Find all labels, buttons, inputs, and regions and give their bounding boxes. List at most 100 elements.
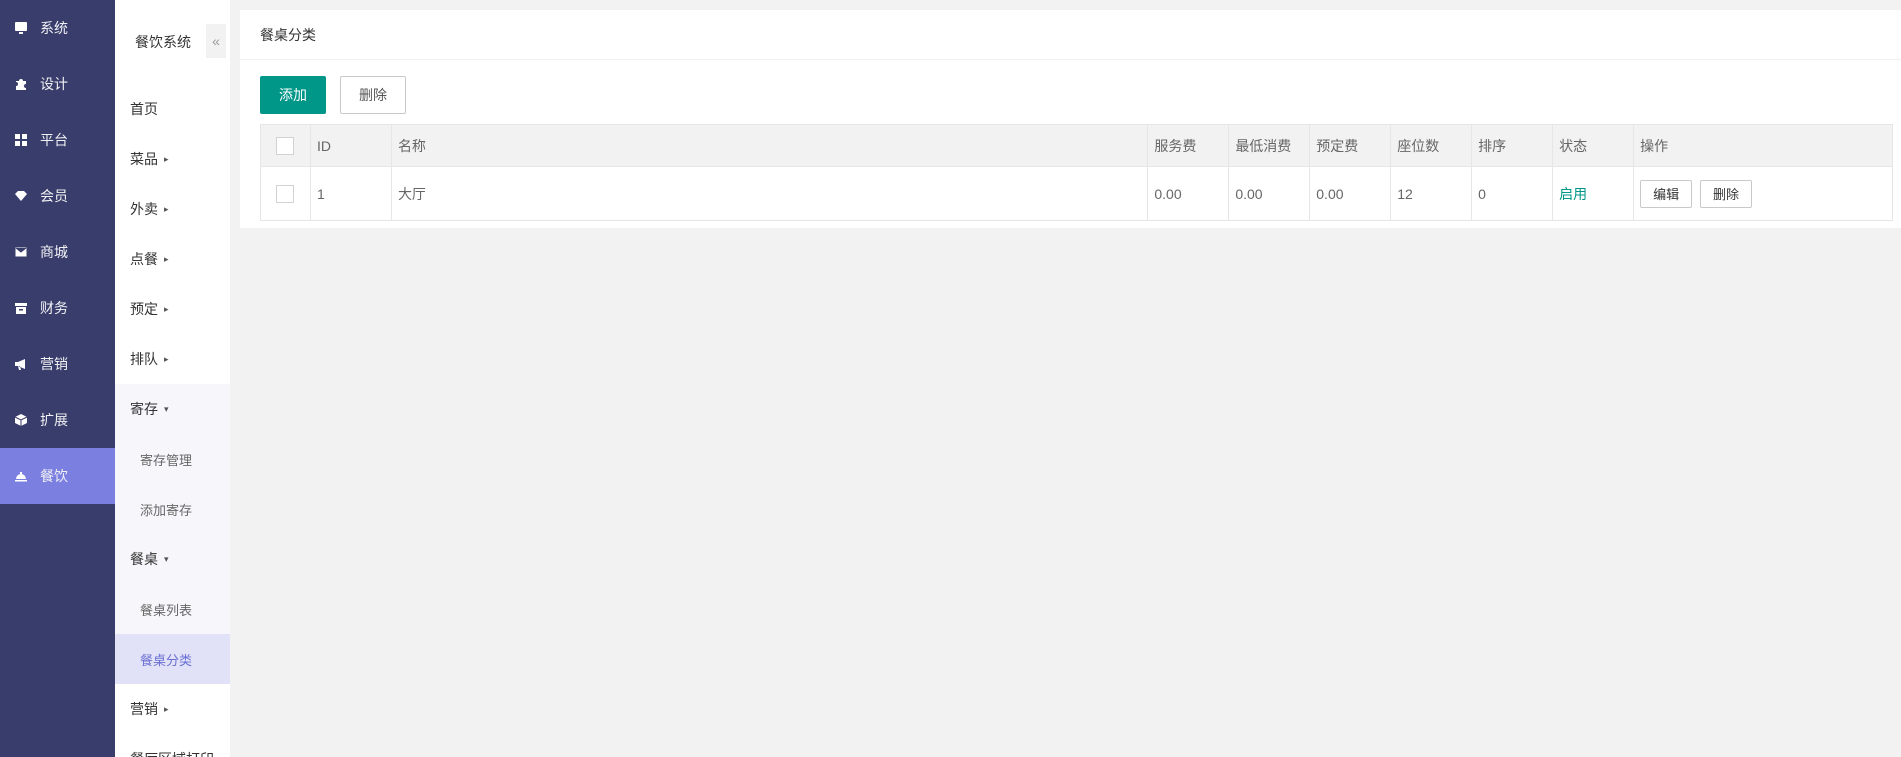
col-header-actions: 操作 — [1633, 124, 1893, 167]
monitor-icon — [14, 21, 28, 35]
col-header-name: 名称 — [390, 124, 1149, 167]
puzzle-icon — [14, 77, 28, 91]
sec-item-label: 预定 — [130, 301, 158, 317]
category-table: ID 名称 服务费 最低消费 预定费 座位数 排序 状态 操作 1 大厅 0.0… — [260, 124, 1893, 221]
caret-right-icon: ▸ — [164, 253, 169, 264]
primary-nav-catering[interactable]: 餐饮 — [0, 448, 115, 504]
col-header-id: ID — [309, 124, 392, 167]
secondary-sidebar-title: 餐饮系统 — [135, 34, 191, 50]
cell-service-fee: 0.00 — [1147, 166, 1230, 221]
select-all-checkbox[interactable] — [276, 136, 295, 155]
archive-icon — [14, 301, 28, 315]
caret-down-icon: ▾ — [164, 403, 169, 414]
primary-nav-label: 系统 — [40, 20, 68, 36]
row-checkbox[interactable] — [276, 184, 295, 203]
cell-min-spend: 0.00 — [1228, 166, 1311, 221]
sec-group-storage: 寄存 ▾ 寄存管理 添加寄存 — [115, 384, 230, 534]
primary-nav-system[interactable]: 系统 — [0, 0, 115, 56]
status-badge: 启用 — [1559, 185, 1588, 202]
app-root: 系统 设计 平台 会员 商城 财务 营销 扩展 餐饮 餐饮系统 « 首页 菜品 … — [0, 0, 1901, 757]
sec-item-table[interactable]: 餐桌 ▾ — [115, 534, 230, 584]
primary-nav-design[interactable]: 设计 — [0, 56, 115, 112]
primary-nav-marketing[interactable]: 营销 — [0, 336, 115, 392]
cell-sort: 0 — [1471, 166, 1554, 221]
add-button[interactable]: 添加 — [260, 76, 326, 114]
col-header-min-spend: 最低消费 — [1228, 124, 1311, 167]
sec-item-label: 排队 — [130, 351, 158, 367]
grid-icon — [14, 133, 28, 147]
table-row: 1 大厅 0.00 0.00 0.00 12 0 启用 编辑 删除 — [260, 166, 1893, 221]
diamond-icon — [14, 189, 28, 203]
primary-nav-label: 财务 — [40, 300, 68, 316]
sec-item-label: 点餐 — [130, 251, 158, 267]
sec-group-table: 餐桌 ▾ 餐桌列表 餐桌分类 — [115, 534, 230, 684]
sec-sub-table-category[interactable]: 餐桌分类 — [115, 634, 230, 684]
page-title: 餐桌分类 — [240, 10, 1901, 60]
sec-item-label: 首页 — [130, 101, 158, 117]
collapse-sidebar-button[interactable]: « — [206, 24, 226, 58]
primary-nav-label: 商城 — [40, 244, 68, 260]
caret-right-icon: ▸ — [164, 203, 169, 214]
primary-nav-finance[interactable]: 财务 — [0, 280, 115, 336]
secondary-sidebar-header: 餐饮系统 « — [115, 0, 230, 84]
sec-item-label: 菜品 — [130, 151, 158, 167]
col-header-status: 状态 — [1552, 124, 1635, 167]
toolbar: 添加 删除 — [260, 76, 406, 114]
sec-sub-storage-manage[interactable]: 寄存管理 — [115, 434, 230, 484]
secondary-sidebar: 餐饮系统 « 首页 菜品 ▸ 外卖 ▸ 点餐 ▸ 预定 ▸ 排队 ▸ 寄存 ▾ … — [115, 0, 230, 757]
sec-item-marketing[interactable]: 营销 ▸ — [115, 684, 230, 734]
row-checkbox-cell — [260, 166, 311, 221]
primary-nav-label: 平台 — [40, 132, 68, 148]
edit-button[interactable]: 编辑 — [1640, 179, 1693, 208]
sec-item-label: 外卖 — [130, 201, 158, 217]
cell-booking-fee: 0.00 — [1309, 166, 1392, 221]
cube-icon — [14, 413, 28, 427]
caret-right-icon: ▸ — [164, 353, 169, 364]
col-header-sort: 排序 — [1471, 124, 1554, 167]
sec-item-takeout[interactable]: 外卖 ▸ — [115, 184, 230, 234]
sec-item-label: 餐厅区域打印 — [130, 749, 214, 757]
primary-nav-platform[interactable]: 平台 — [0, 112, 115, 168]
sec-sub-table-list[interactable]: 餐桌列表 — [115, 584, 230, 634]
cell-id: 1 — [309, 166, 392, 221]
sec-item-home[interactable]: 首页 — [115, 84, 230, 134]
caret-down-icon: ▾ — [164, 553, 169, 564]
col-header-booking-fee: 预定费 — [1309, 124, 1392, 167]
primary-nav-member[interactable]: 会员 — [0, 168, 115, 224]
cell-name: 大厅 — [390, 166, 1149, 221]
caret-right-icon: ▸ — [164, 703, 169, 714]
sec-item-label: 餐桌 — [130, 551, 158, 567]
primary-nav-extension[interactable]: 扩展 — [0, 392, 115, 448]
sec-item-label: 寄存 — [130, 401, 158, 417]
mail-icon — [14, 245, 28, 259]
table-header-row: ID 名称 服务费 最低消费 预定费 座位数 排序 状态 操作 — [260, 124, 1893, 167]
main-content: 餐桌分类 添加 删除 ID 名称 服务费 最低消费 预定费 座位数 排序 状态 … — [230, 0, 1901, 757]
row-delete-button[interactable]: 删除 — [1699, 179, 1752, 208]
sec-item-queue[interactable]: 排队 ▸ — [115, 334, 230, 384]
cell-status: 启用 — [1552, 166, 1635, 221]
primary-nav-label: 设计 — [40, 76, 68, 92]
megaphone-icon — [14, 357, 28, 371]
cell-seats: 12 — [1390, 166, 1473, 221]
primary-nav-label: 餐饮 — [40, 468, 68, 484]
cloche-icon — [14, 469, 28, 483]
primary-sidebar: 系统 设计 平台 会员 商城 财务 营销 扩展 餐饮 — [0, 0, 115, 757]
cell-actions: 编辑 删除 — [1633, 166, 1893, 221]
sec-item-reservation[interactable]: 预定 ▸ — [115, 284, 230, 334]
primary-nav-mall[interactable]: 商城 — [0, 224, 115, 280]
primary-nav-label: 营销 — [40, 356, 68, 372]
primary-nav-label: 会员 — [40, 188, 68, 204]
sec-item-ordering[interactable]: 点餐 ▸ — [115, 234, 230, 284]
sec-item-label: 营销 — [130, 701, 158, 717]
header-checkbox-cell — [260, 124, 311, 167]
sec-item-dishes[interactable]: 菜品 ▸ — [115, 134, 230, 184]
sec-item-storage[interactable]: 寄存 ▾ — [115, 384, 230, 434]
batch-delete-button[interactable]: 删除 — [340, 76, 406, 114]
table-category-card: 餐桌分类 添加 删除 ID 名称 服务费 最低消费 预定费 座位数 排序 状态 … — [240, 10, 1901, 228]
col-header-service-fee: 服务费 — [1147, 124, 1230, 167]
sec-sub-storage-add[interactable]: 添加寄存 — [115, 484, 230, 534]
col-header-seats: 座位数 — [1390, 124, 1473, 167]
caret-right-icon: ▸ — [164, 153, 169, 164]
sec-item-area-print[interactable]: 餐厅区域打印 — [115, 734, 230, 757]
primary-nav-label: 扩展 — [40, 412, 68, 428]
